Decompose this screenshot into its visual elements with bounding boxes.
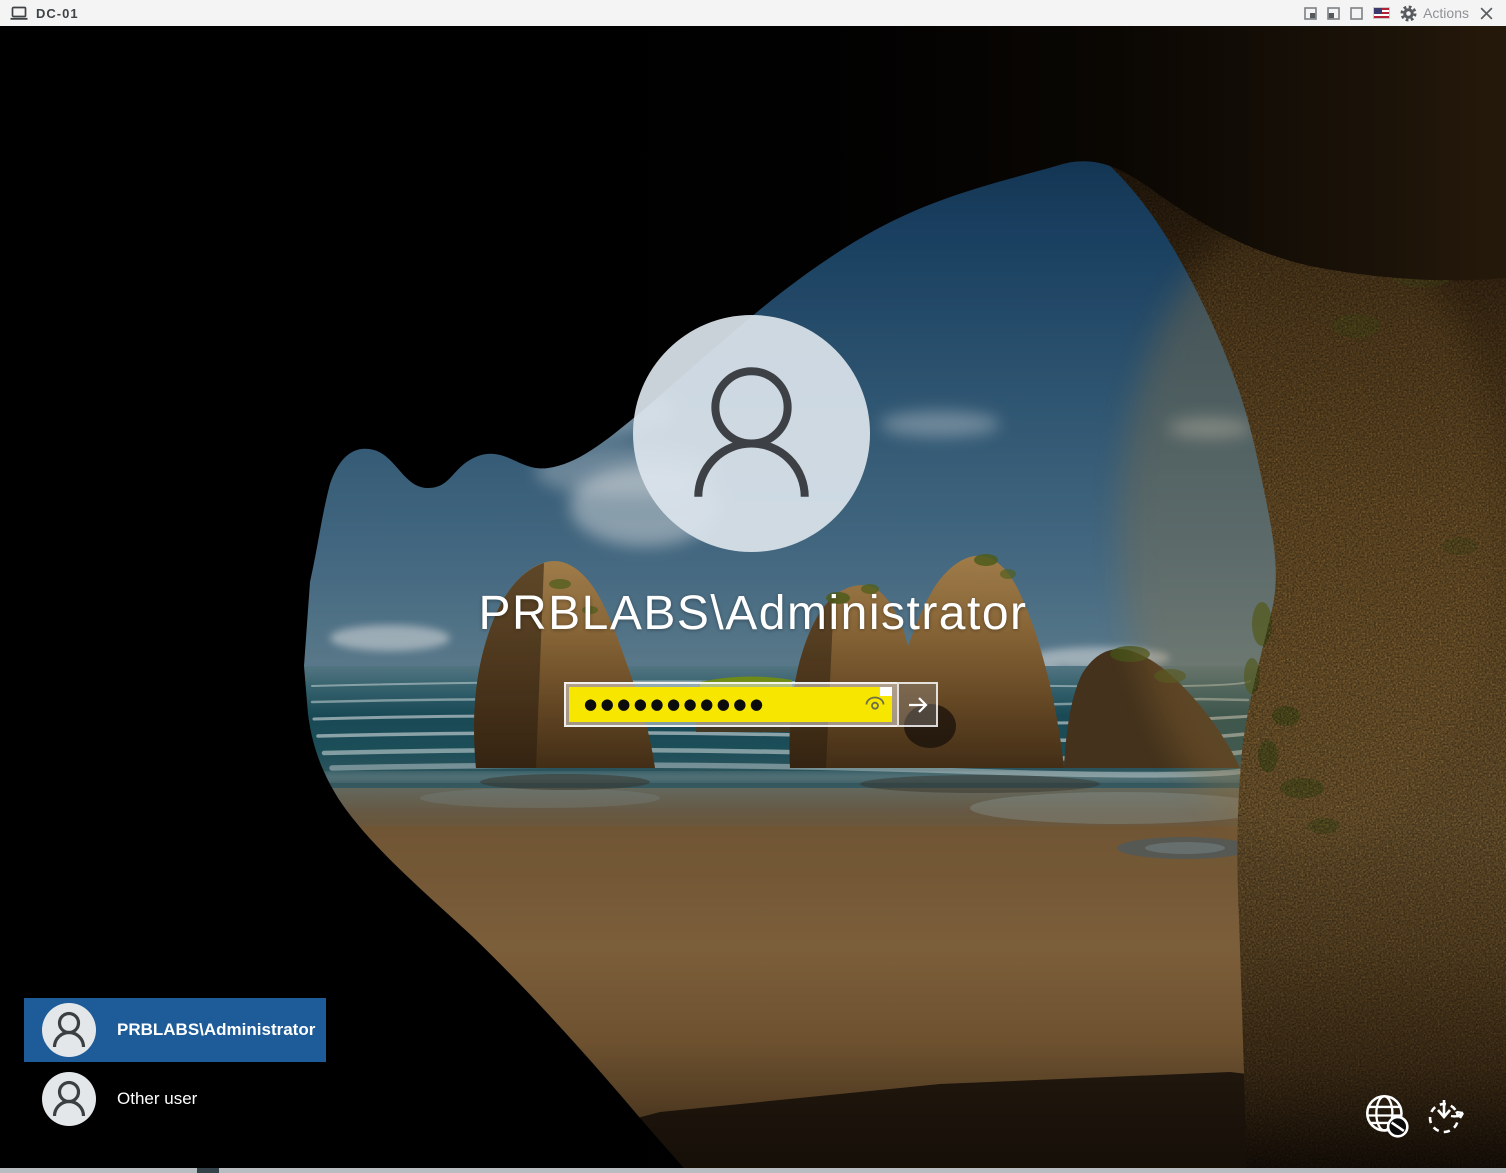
horizontal-scrollbar[interactable] — [0, 1168, 1506, 1173]
gear-icon — [1400, 5, 1417, 22]
screen-size-full-icon — [1350, 7, 1363, 20]
person-icon — [633, 315, 870, 552]
user-avatar-small — [42, 1072, 96, 1126]
screen-size-fit-button[interactable] — [1327, 7, 1340, 20]
vm-name: DC-01 — [36, 6, 79, 21]
screen-size-actual-icon — [1304, 7, 1317, 20]
us-flag-icon — [1373, 7, 1390, 19]
password-masked-value: ●●●●●●●●●●● — [584, 697, 766, 712]
network-status-button[interactable] — [1363, 1092, 1410, 1142]
submit-arrow-icon — [906, 693, 930, 717]
reveal-password-icon[interactable] — [864, 693, 886, 716]
person-icon — [42, 1003, 96, 1057]
vm-console-icon — [10, 6, 28, 20]
keyboard-layout-button[interactable] — [1373, 7, 1390, 19]
windows-signin-screen: PRBLABS\Administrator ●●●●●●●●●●● — [0, 26, 1506, 1173]
screen-size-actual-button[interactable] — [1304, 7, 1317, 20]
actions-menu-button[interactable]: Actions — [1400, 5, 1469, 22]
console-close-button[interactable] — [1479, 6, 1494, 21]
close-icon — [1479, 6, 1494, 21]
user-avatar-large — [633, 315, 870, 552]
password-input[interactable]: ●●●●●●●●●●● — [564, 682, 897, 727]
user-tile-label: Other user — [117, 1089, 197, 1109]
user-avatar-small — [42, 1003, 96, 1057]
user-tile-label: PRBLABS\Administrator — [117, 1020, 315, 1040]
ease-of-access-button[interactable] — [1423, 1094, 1467, 1141]
password-highlight-overlay: ●●●●●●●●●●● — [569, 687, 892, 722]
password-row: ●●●●●●●●●●● — [564, 682, 938, 727]
ease-of-access-icon — [1423, 1094, 1467, 1138]
console-titlebar-left: DC-01 — [0, 6, 79, 21]
signed-in-username: PRBLABS\Administrator — [0, 586, 1506, 641]
user-tile-administrator[interactable]: PRBLABS\Administrator — [24, 998, 326, 1062]
screen-size-fit-icon — [1327, 7, 1340, 20]
console-titlebar: DC-01 Ac — [0, 0, 1506, 26]
person-icon — [42, 1072, 96, 1126]
screen-size-full-button[interactable] — [1350, 7, 1363, 20]
console-titlebar-right: Actions — [1304, 5, 1506, 22]
actions-label: Actions — [1423, 5, 1469, 21]
scrollbar-thumb[interactable] — [197, 1168, 219, 1173]
user-tile-other-user[interactable]: Other user — [24, 1069, 326, 1129]
network-globe-blocked-icon — [1363, 1092, 1410, 1139]
submit-password-button[interactable] — [897, 682, 938, 727]
